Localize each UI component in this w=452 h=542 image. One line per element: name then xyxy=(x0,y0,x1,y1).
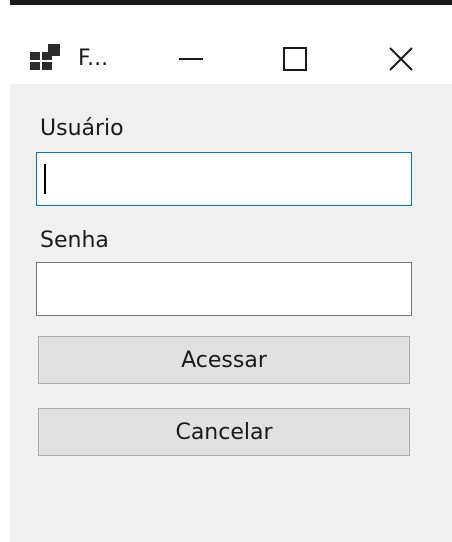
acessar-button[interactable]: Acessar xyxy=(38,336,410,384)
close-icon xyxy=(389,47,413,71)
form-client-area: Usuário Senha Acessar Cancelar xyxy=(10,84,452,542)
username-label: Usuário xyxy=(40,116,124,141)
close-button[interactable] xyxy=(370,34,432,84)
minimize-icon xyxy=(179,58,203,60)
username-input[interactable] xyxy=(36,152,412,206)
login-window: F... Usuário Senha Acessar Cancelar xyxy=(0,0,452,542)
minimize-button[interactable] xyxy=(160,34,222,84)
maximize-icon xyxy=(283,47,307,71)
window-top-edge xyxy=(0,0,452,12)
cancelar-button[interactable]: Cancelar xyxy=(38,408,410,456)
maximize-button[interactable] xyxy=(264,34,326,84)
title-bar[interactable]: F... xyxy=(0,12,452,84)
window-title: F... xyxy=(78,46,109,71)
window-top-border xyxy=(10,0,452,5)
text-caret xyxy=(44,164,46,194)
winforms-app-icon xyxy=(30,44,60,70)
password-input[interactable] xyxy=(36,262,412,316)
password-label: Senha xyxy=(40,228,109,253)
